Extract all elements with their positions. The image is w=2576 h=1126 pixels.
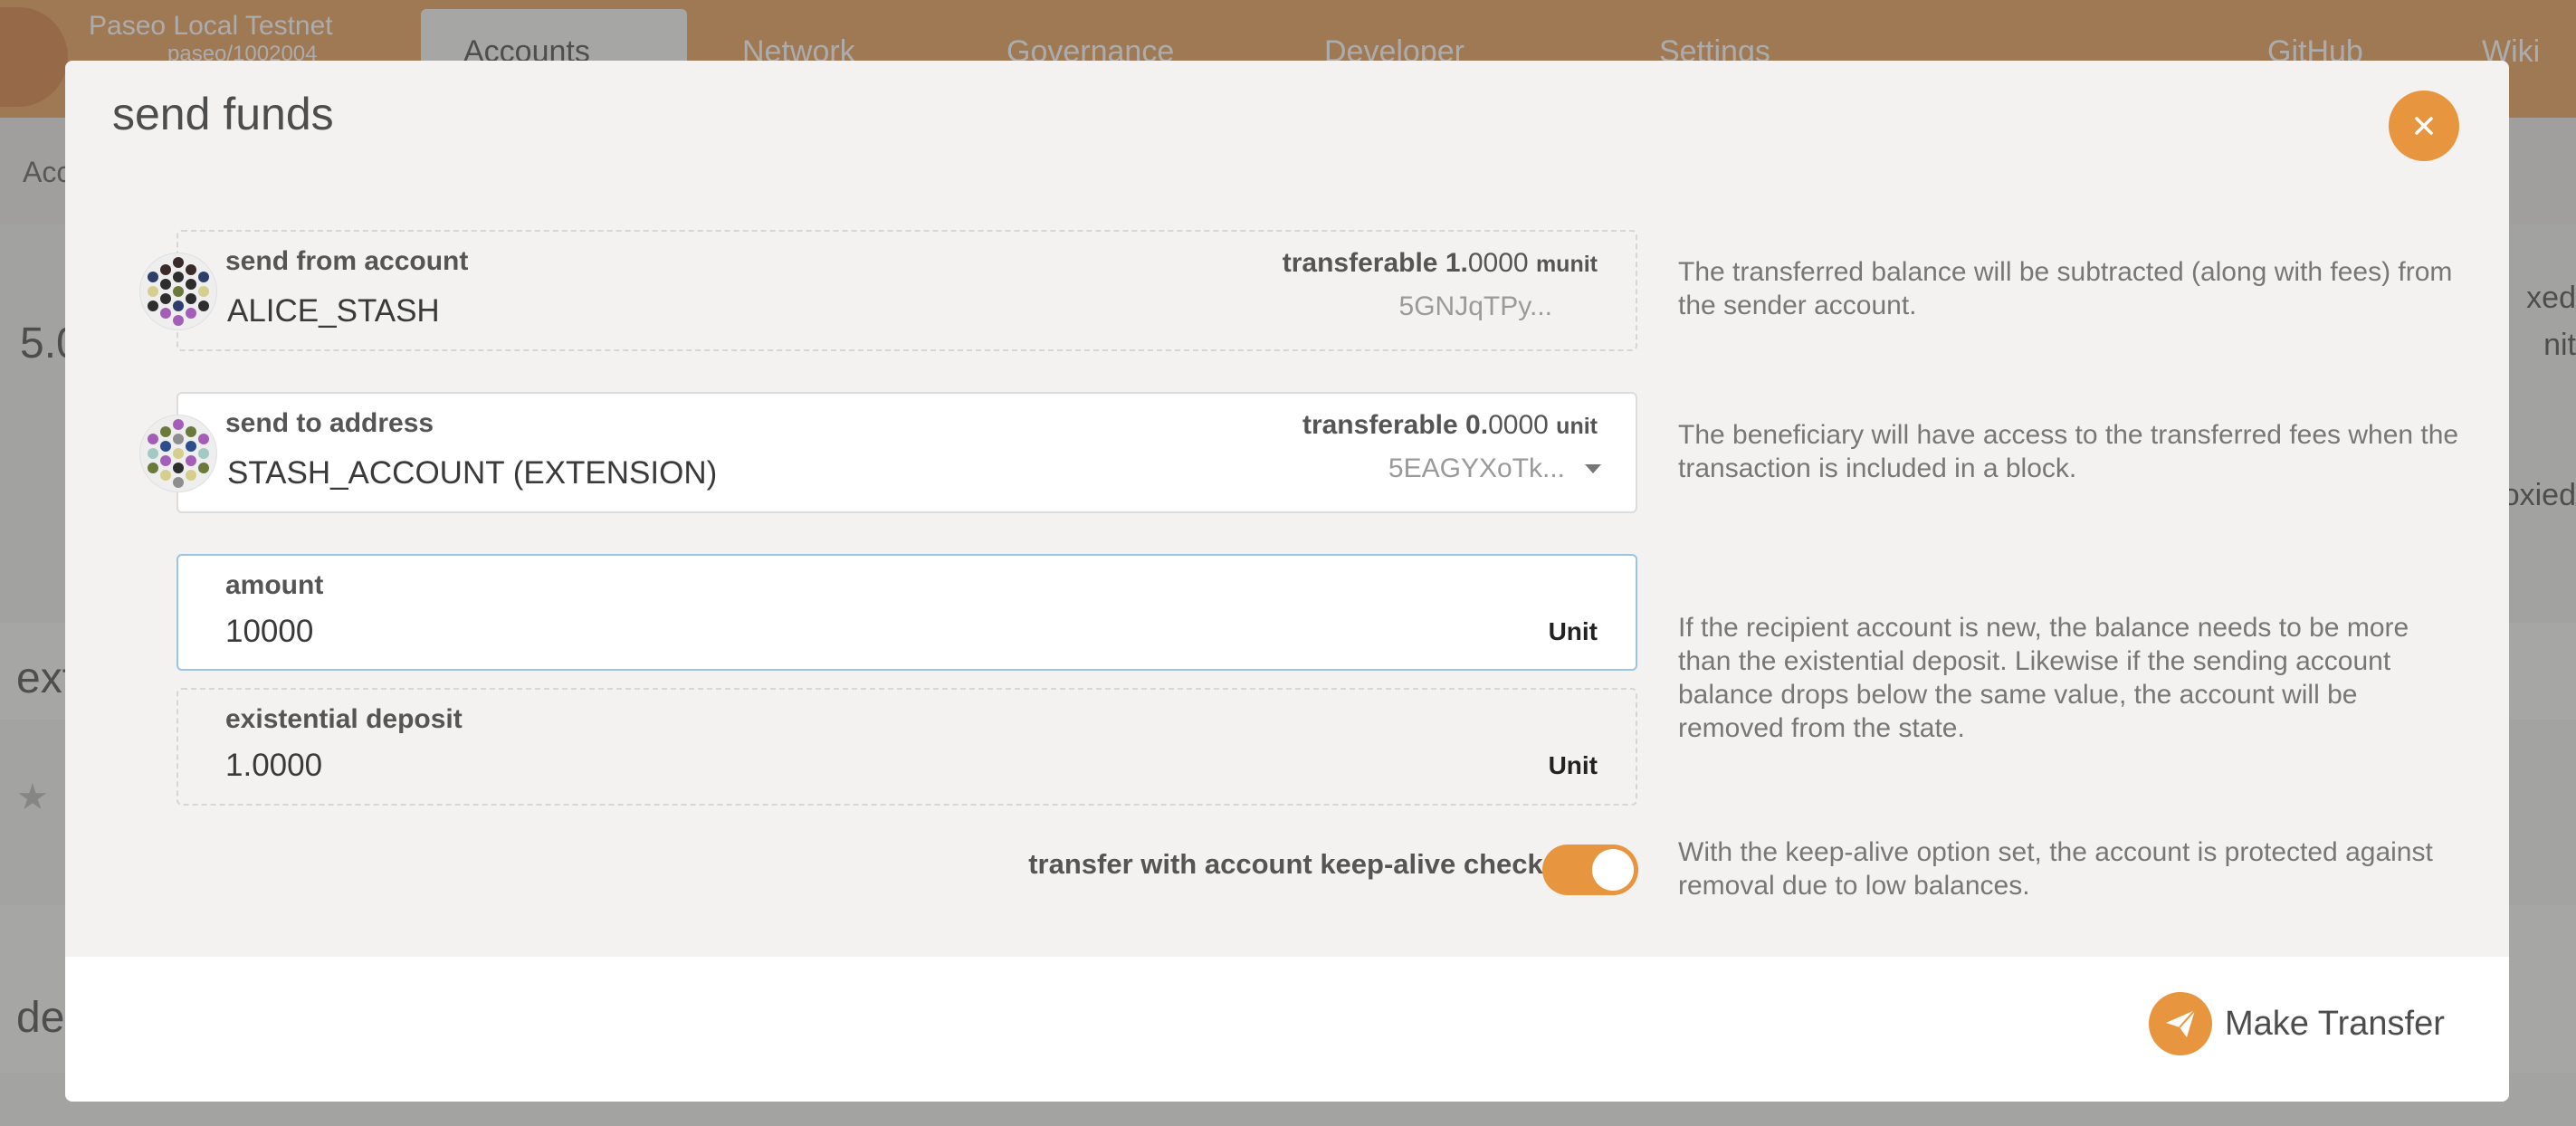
identicon-sender-graphic [148, 257, 209, 326]
send-funds-modal: send funds send from account ALICE_STASH… [65, 61, 2509, 1102]
keep-alive-label: transfer with account keep-alive checks [1028, 848, 1559, 880]
recipient-identicon[interactable] [139, 415, 217, 492]
existential-deposit-label: existential deposit [225, 704, 463, 734]
amount-help: If the recipient account is new, the bal… [1678, 613, 2409, 743]
existential-deposit-unit: Unit [1548, 751, 1598, 779]
transferable-dec: 0000 [1488, 410, 1549, 440]
make-transfer-label: Make Transfer [2225, 1004, 2445, 1043]
close-icon [2415, 117, 2433, 135]
send-from-address: 5GNJqTPy... [1398, 291, 1552, 321]
send-from-account-name: ALICE_STASH [227, 293, 440, 329]
send-to-help: The beneficiary will have access to the … [1678, 420, 2459, 483]
transferable-unit: munit [1535, 252, 1598, 277]
sender-identicon[interactable] [139, 253, 217, 330]
send-to-address-field[interactable]: send to address STASH_ACCOUNT (EXTENSION… [177, 392, 1637, 513]
make-transfer-button[interactable]: Make Transfer [2149, 991, 2445, 1056]
existential-deposit-field: existential deposit 1.0000 Unit [177, 688, 1637, 806]
existential-deposit-value: 1.0000 [225, 748, 323, 783]
send-from-label: send from account [225, 246, 469, 276]
send-to-transferable: transferable 0.0000 unit [1302, 410, 1598, 441]
keep-alive-toggle[interactable] [1542, 844, 1638, 895]
send-to-address: 5EAGYXoTk... [1388, 453, 1565, 483]
transferable-unit: unit [1556, 414, 1598, 439]
send-to-account-name: STASH_ACCOUNT (EXTENSION) [227, 455, 718, 491]
modal-title: send funds [112, 89, 334, 139]
amount-label: amount [225, 570, 324, 600]
send-from-transferable: transferable 1.0000 munit [1283, 248, 1598, 279]
identicon-recipient-graphic [148, 419, 209, 488]
paper-plane-icon [2149, 992, 2212, 1055]
close-button[interactable] [2389, 91, 2459, 161]
transferable-int: 0. [1465, 410, 1489, 440]
amount-input[interactable]: 10000 [225, 614, 313, 650]
send-from-account-field[interactable]: send from account ALICE_STASH transferab… [177, 230, 1637, 351]
transferable-label: transferable [1302, 410, 1458, 440]
keep-alive-help: With the keep-alive option set, the acco… [1678, 837, 2433, 901]
send-from-help: The transferred balance will be subtract… [1678, 257, 2453, 320]
transferable-label: transferable [1282, 248, 1438, 278]
amount-field[interactable]: amount 10000 Unit [177, 554, 1637, 671]
paper-plane-glyph [2166, 1009, 2196, 1037]
send-to-label: send to address [225, 408, 434, 438]
amount-unit-selector[interactable]: Unit [1549, 617, 1598, 646]
transferable-int: 1. [1445, 248, 1468, 278]
modal-footer: Make Transfer [65, 957, 2509, 1102]
transferable-dec: 0000 [1467, 248, 1529, 278]
toggle-knob [1592, 849, 1634, 891]
chevron-down-icon[interactable] [1585, 464, 1601, 473]
